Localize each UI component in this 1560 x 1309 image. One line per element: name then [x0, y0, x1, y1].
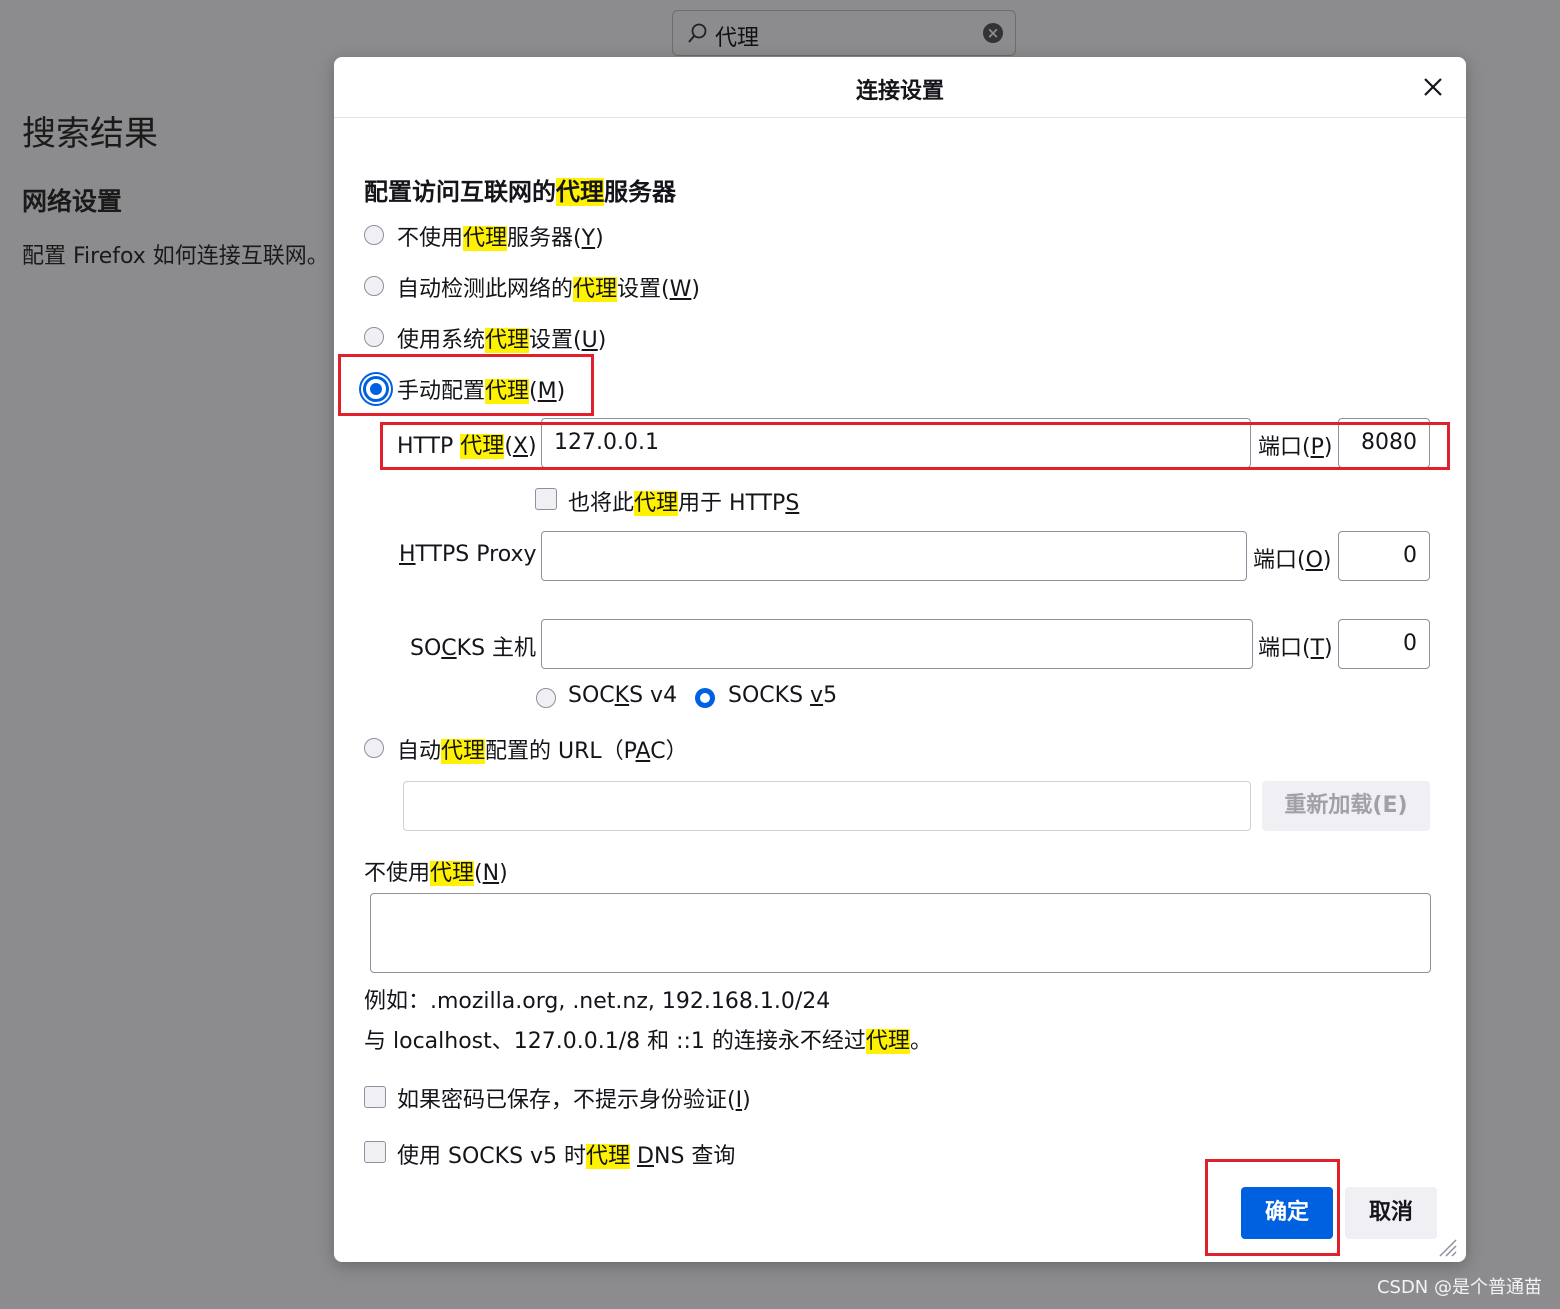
no-auth-prompt-checkbox[interactable]: [364, 1086, 386, 1108]
socks-v5-radio[interactable]: [695, 688, 715, 708]
socks-port-input[interactable]: 0: [1338, 619, 1430, 669]
section-title: 配置访问互联网的代理服务器: [364, 178, 676, 206]
socks-v4-radio[interactable]: [536, 688, 556, 708]
http-proxy-label: HTTP 代理(X): [397, 434, 537, 459]
ok-button[interactable]: 确定: [1241, 1187, 1333, 1239]
system-proxy-label: 使用系统代理设置(U): [397, 328, 607, 353]
reload-button[interactable]: 重新加载(E): [1262, 781, 1430, 831]
https-port-input[interactable]: 0: [1338, 531, 1430, 581]
auto-detect-radio[interactable]: [364, 276, 384, 296]
auto-detect-label: 自动检测此网络的代理设置(W): [397, 277, 700, 302]
close-icon[interactable]: [1418, 72, 1448, 102]
http-proxy-input[interactable]: 127.0.0.1: [541, 418, 1251, 468]
no-proxy-for-textarea[interactable]: [370, 893, 1431, 973]
socks-host-input[interactable]: [541, 619, 1253, 669]
search-box[interactable]: 代理 ×: [672, 10, 1016, 56]
pac-url-input[interactable]: [403, 781, 1251, 831]
no-proxy-radio[interactable]: [364, 225, 384, 245]
socks-dns-label: 使用 SOCKS v5 时代理 DNS 查询: [397, 1144, 736, 1169]
dialog-header: 连接设置: [334, 57, 1466, 118]
clear-search-icon[interactable]: ×: [983, 23, 1003, 43]
socks-v5-label: SOCKS v5: [728, 683, 838, 708]
http-port-label: 端口(P): [1258, 435, 1333, 460]
pac-radio[interactable]: [364, 738, 384, 758]
system-proxy-radio[interactable]: [364, 327, 384, 347]
watermark: CSDN @是个普通苗: [1376, 1277, 1542, 1298]
http-port-input[interactable]: 8080: [1338, 418, 1430, 468]
no-auth-prompt-label: 如果密码已保存，不提示身份验证(I): [397, 1088, 751, 1113]
network-settings-heading: 网络设置: [22, 187, 123, 216]
cancel-button[interactable]: 取消: [1345, 1187, 1437, 1239]
manual-proxy-radio[interactable]: [363, 376, 389, 402]
https-proxy-label: HTTPS Proxy: [399, 542, 537, 567]
search-query: 代理: [715, 26, 760, 51]
pac-label: 自动代理配置的 URL（PAC）: [397, 739, 688, 764]
socks-v4-label: SOCKS v4: [568, 683, 678, 708]
no-proxy-for-label: 不使用代理(N): [364, 861, 508, 886]
socks-port-label: 端口(T): [1258, 636, 1333, 661]
manual-proxy-label: 手动配置代理(M): [397, 379, 566, 404]
https-port-label: 端口(O): [1253, 548, 1332, 573]
localhost-note: 与 localhost、127.0.0.1/8 和 ::1 的连接永不经过代理。: [364, 1029, 932, 1054]
example-text: 例如：.mozilla.org, .net.nz, 192.168.1.0/24: [364, 989, 831, 1014]
resize-grip-icon[interactable]: [1436, 1236, 1458, 1258]
search-results-heading: 搜索结果: [22, 114, 158, 154]
no-proxy-label: 不使用代理服务器(Y): [397, 226, 604, 251]
socks-host-label: SOCKS 主机: [410, 636, 537, 661]
connection-settings-dialog: 连接设置 配置访问互联网的代理服务器 不使用代理服务器(Y) 自动检测此网络的代…: [334, 57, 1466, 1262]
https-proxy-input[interactable]: [541, 531, 1247, 581]
also-https-checkbox[interactable]: [535, 488, 557, 510]
network-settings-description: 配置 Firefox 如何连接互联网。: [22, 244, 329, 269]
also-https-label: 也将此代理用于 HTTPS: [568, 491, 800, 516]
search-icon: [688, 23, 707, 43]
socks-dns-checkbox[interactable]: [364, 1141, 386, 1163]
dialog-title: 连接设置: [855, 79, 944, 104]
